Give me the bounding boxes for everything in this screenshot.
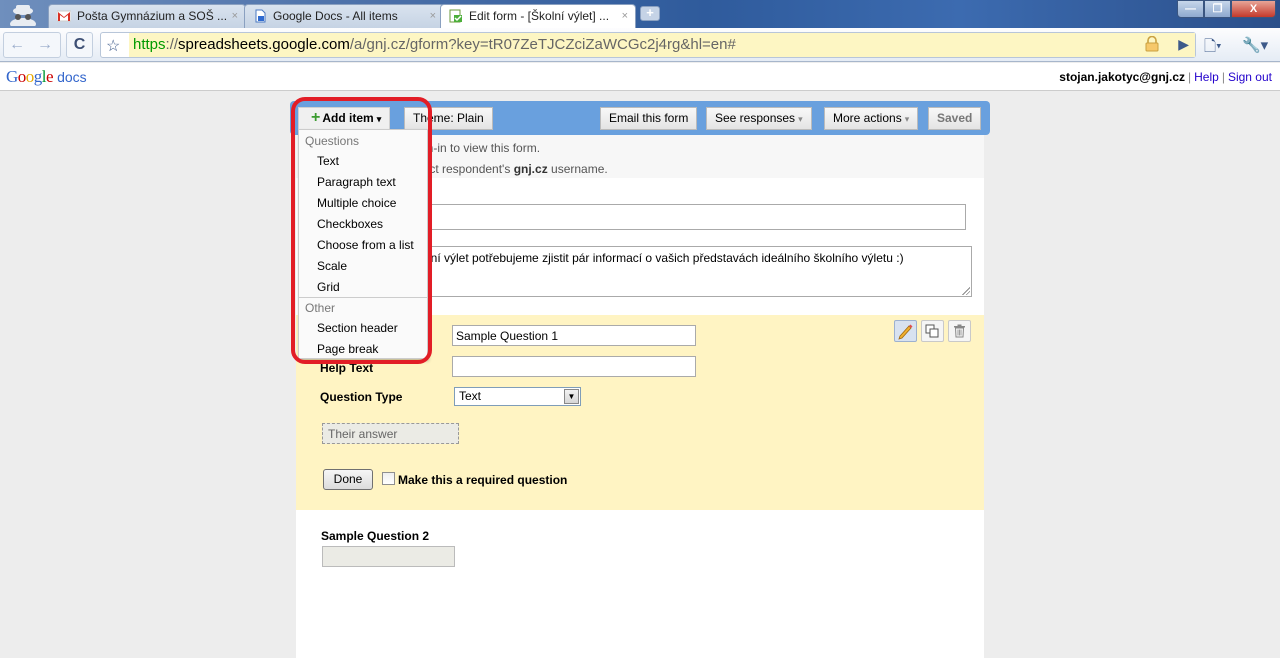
menu-item-multiple-choice[interactable]: Multiple choice <box>317 196 396 210</box>
incognito-icon <box>10 5 36 26</box>
form-title-input[interactable] <box>420 204 966 230</box>
tab-edit-form[interactable]: Edit form - [Školní výlet] ... × <box>440 4 636 29</box>
resize-grip-icon[interactable] <box>961 286 970 295</box>
tab-close-icon[interactable]: × <box>622 5 628 27</box>
more-actions-button[interactable]: More actions ▾ <box>824 107 919 130</box>
tab-close-icon[interactable]: × <box>430 5 436 27</box>
question-2-answer-field <box>322 546 455 567</box>
new-tab-button[interactable]: + <box>640 6 660 21</box>
restore-button[interactable]: ❐ <box>1204 0 1231 18</box>
menu-item-scale[interactable]: Scale <box>317 259 347 273</box>
notice-line-2: lect respondent's gnj.cz username. <box>420 162 608 176</box>
lock-icon[interactable] <box>1145 36 1159 52</box>
chevron-down-icon: ▾ <box>376 114 382 124</box>
address-bar[interactable]: ☆ https://spreadsheets.google.com/a/gnj.… <box>100 32 1196 58</box>
question-2-title[interactable]: Sample Question 2 <box>321 529 429 543</box>
menu-item-paragraph-text[interactable]: Paragraph text <box>317 175 396 189</box>
chevron-down-icon: ▾ <box>798 114 803 124</box>
menu-item-choose-from-list[interactable]: Choose from a list <box>317 238 414 252</box>
menu-item-grid[interactable]: Grid <box>317 280 340 294</box>
menu-item-text[interactable]: Text <box>317 154 339 168</box>
form-icon <box>449 9 462 23</box>
dropdown-arrow-icon[interactable]: ▼ <box>564 389 579 404</box>
docs-header: Google docs stojan.jakotyc@gnj.cz | Help | Si… <box>0 63 1280 91</box>
help-text-label: Help Text <box>320 361 374 375</box>
back-button[interactable]: ← <box>3 32 31 58</box>
window-controls: — ❐ X <box>1177 0 1276 18</box>
minimize-button[interactable]: — <box>1177 0 1204 18</box>
user-email: stojan.jakotyc@gnj.cz <box>1059 70 1186 84</box>
answer-preview-field: Their answer <box>322 423 459 444</box>
notice-line-1: gn-in to view this form. <box>420 141 541 155</box>
browser-titlebar: Pošta Gymnázium a SOŠ ... × Google Docs … <box>0 0 1280 29</box>
question-type-label: Question Type <box>320 390 403 404</box>
edit-question-button[interactable] <box>894 320 917 342</box>
chevron-down-icon: ▾ <box>904 114 910 124</box>
delete-question-button[interactable] <box>948 320 971 342</box>
bookmark-star-icon[interactable]: ☆ <box>106 36 120 56</box>
menu-item-checkboxes[interactable]: Checkboxes <box>317 217 383 231</box>
theme-button[interactable]: Theme: Plain <box>404 107 493 130</box>
trash-icon <box>954 324 965 338</box>
tab-title: Pošta Gymnázium a SOŠ ... <box>77 9 228 23</box>
menu-item-section-header[interactable]: Section header <box>317 321 398 335</box>
user-bar: stojan.jakotyc@gnj.cz | Help | Sign out <box>1059 70 1272 84</box>
done-button[interactable]: Done <box>323 469 373 490</box>
tab-gmail[interactable]: Pošta Gymnázium a SOŠ ... × <box>48 4 246 28</box>
tab-title: Google Docs - All items <box>273 9 398 23</box>
forward-button[interactable]: → <box>31 32 59 58</box>
duplicate-icon <box>925 324 939 338</box>
url-text[interactable]: https://spreadsheets.google.com/a/gnj.cz… <box>129 33 1195 57</box>
question-type-select[interactable]: Text ▼ <box>454 387 581 406</box>
tab-title: Edit form - [Školní výlet] ... <box>469 9 610 23</box>
duplicate-question-button[interactable] <box>921 320 944 342</box>
help-link[interactable]: Help <box>1194 70 1219 84</box>
go-icon[interactable]: ▶ <box>1178 36 1189 53</box>
menu-header-other: Other <box>305 301 336 315</box>
saved-button[interactable]: Saved <box>928 107 982 130</box>
menu-header-questions: Questions <box>305 134 360 148</box>
required-question-checkbox[interactable] <box>382 472 395 485</box>
browser-toolbar: ← → C ☆ https://spreadsheets.google.com/… <box>0 28 1280 62</box>
plus-icon: + <box>311 109 321 126</box>
tab-google-docs[interactable]: Google Docs - All items × <box>244 4 444 28</box>
page-menu-icon[interactable]: 🗋▾ <box>1204 36 1234 56</box>
reload-button[interactable]: C <box>66 32 93 58</box>
add-item-button[interactable]: + Add item ▾ <box>298 107 391 130</box>
sign-out-link[interactable]: Sign out <box>1228 70 1272 84</box>
pencil-icon <box>898 324 913 340</box>
google-docs-logo[interactable]: Google docs <box>6 67 87 87</box>
close-window-button[interactable]: X <box>1231 0 1276 18</box>
email-form-button[interactable]: Email this form <box>600 107 698 130</box>
menu-divider <box>299 297 427 298</box>
gmail-icon <box>57 10 71 22</box>
tab-close-icon[interactable]: × <box>232 5 238 27</box>
question-title-input[interactable]: Sample Question 1 <box>452 325 696 346</box>
see-responses-button[interactable]: See responses ▾ <box>706 107 812 130</box>
google-docs-icon <box>255 9 266 23</box>
wrench-menu-icon[interactable]: 🔧▾ <box>1242 36 1274 56</box>
form-description-textarea[interactable]: oní výlet potřebujeme zjistit pár inform… <box>420 246 972 297</box>
menu-item-page-break[interactable]: Page break <box>317 342 378 356</box>
help-text-input[interactable] <box>452 356 696 377</box>
required-question-label[interactable]: Make this a required question <box>398 473 567 487</box>
add-item-menu: Questions Text Paragraph text Multiple c… <box>298 129 428 359</box>
